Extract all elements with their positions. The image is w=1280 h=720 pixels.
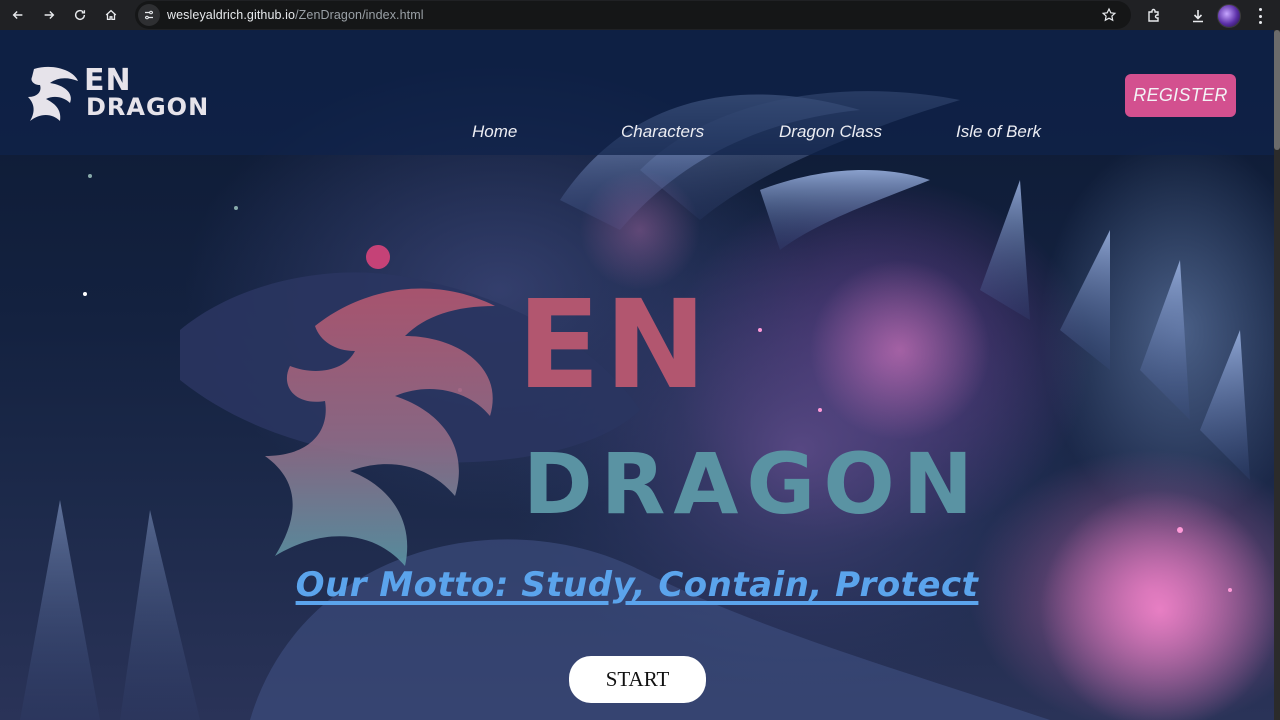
main-nav: Home Characters Dragon Class Isle of Ber… [0,122,1274,146]
back-icon[interactable] [9,6,27,24]
hero-logo-dragon: DRAGON [523,435,982,533]
url-path: /ZenDragon/index.html [295,8,424,22]
nav-dragon-class[interactable]: Dragon Class [779,122,882,142]
extensions-icon[interactable] [1143,5,1165,27]
url-text[interactable]: wesleyaldrich.github.io/ZenDragon/index.… [167,8,424,22]
page-viewport: EN DRAGON Home Characters Dragon Class I… [0,30,1274,720]
profile-avatar[interactable] [1217,4,1241,28]
toolbar-actions [1143,4,1263,28]
url-host: wesleyaldrich.github.io [167,8,296,22]
hero-logo-en: EN [517,274,711,416]
site-info-icon[interactable] [138,4,160,26]
bookmark-star-icon[interactable] [1101,7,1117,23]
hero-dragon-emblem [265,288,495,566]
address-bar[interactable]: wesleyaldrich.github.io/ZenDragon/index.… [135,1,1131,29]
reload-icon[interactable] [71,6,89,24]
dragon-logo-icon [28,66,78,121]
start-button[interactable]: START [569,656,706,703]
menu-kebab-icon[interactable] [1259,8,1263,24]
register-button[interactable]: REGISTER [1125,74,1236,117]
page-scrollbar[interactable] [1274,30,1280,720]
logo-text-dragon: DRAGON [86,93,210,121]
motto-link[interactable]: Our Motto: Study, Contain, Protect [0,565,1274,605]
site-logo[interactable]: EN DRAGON [24,63,214,127]
nav-characters[interactable]: Characters [621,122,704,142]
download-icon[interactable] [1187,5,1209,27]
forward-icon[interactable] [40,6,58,24]
hero-logo: EN DRAGON [255,266,1025,586]
site-header: EN DRAGON Home Characters Dragon Class I… [0,30,1274,155]
browser-toolbar: wesleyaldrich.github.io/ZenDragon/index.… [0,0,1280,30]
nav-home[interactable]: Home [472,122,517,142]
home-icon[interactable] [102,6,120,24]
nav-isle-of-berk[interactable]: Isle of Berk [956,122,1041,142]
scrollbar-thumb[interactable] [1274,30,1280,150]
